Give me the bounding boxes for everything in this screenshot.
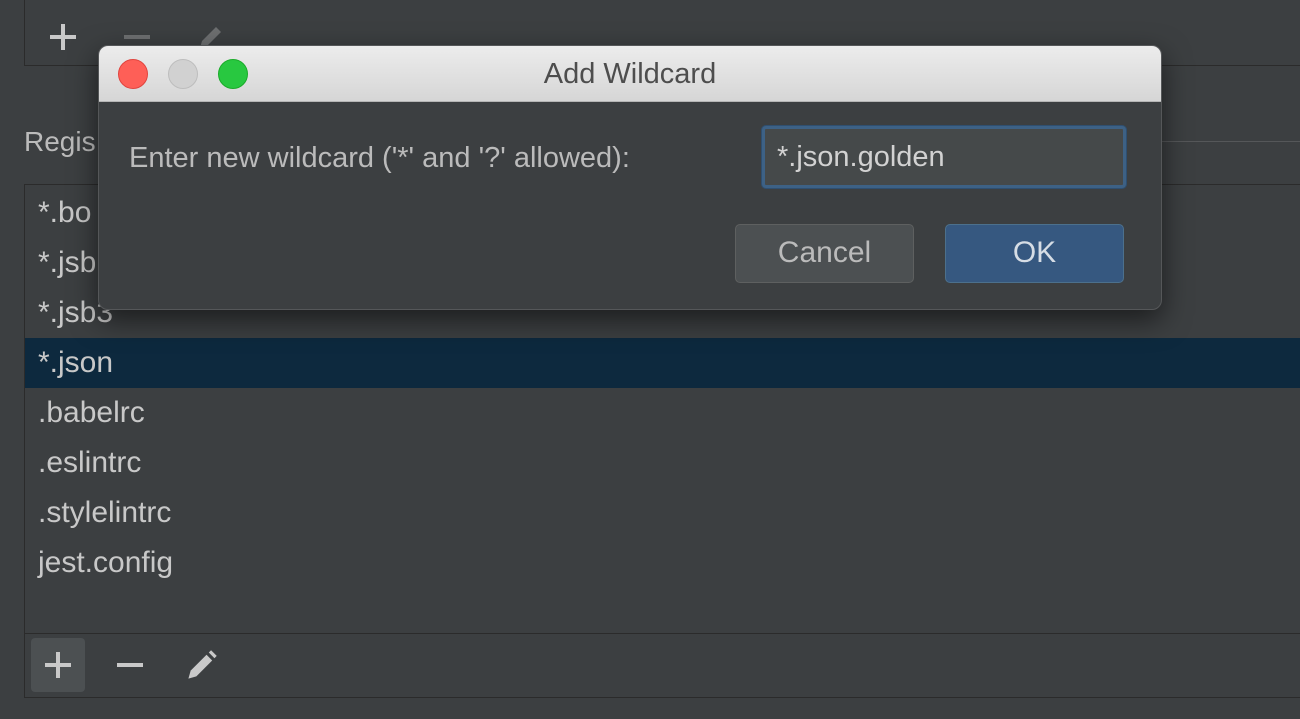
list-item[interactable]: .babelrc bbox=[25, 388, 1300, 438]
remove-wildcard-button[interactable] bbox=[103, 638, 157, 692]
cancel-button[interactable]: Cancel bbox=[735, 224, 914, 283]
dialog-title: Add Wildcard bbox=[543, 58, 717, 90]
dialog-titlebar[interactable]: Add Wildcard bbox=[99, 46, 1161, 102]
section-separator bbox=[1162, 141, 1300, 142]
list-footer-toolbar bbox=[25, 633, 1300, 697]
wildcard-input[interactable] bbox=[762, 126, 1126, 188]
add-wildcard-dialog: Add Wildcard Enter new wildcard ('*' and… bbox=[98, 45, 1162, 310]
list-item-selected[interactable]: *.json bbox=[25, 338, 1300, 388]
plus-icon bbox=[50, 24, 76, 50]
footer-toolbar bbox=[31, 638, 229, 692]
plus-icon bbox=[45, 652, 71, 678]
list-item[interactable]: .eslintrc bbox=[25, 438, 1300, 488]
registered-patterns-label: Regis bbox=[24, 126, 96, 157]
add-wildcard-button[interactable] bbox=[31, 638, 85, 692]
ok-button[interactable]: OK bbox=[945, 224, 1124, 283]
minus-icon bbox=[117, 663, 143, 667]
pencil-icon bbox=[188, 650, 217, 679]
list-item[interactable]: .stylelintrc bbox=[25, 488, 1300, 538]
add-button[interactable] bbox=[39, 13, 87, 61]
edit-wildcard-button[interactable] bbox=[175, 638, 229, 692]
list-item[interactable]: jest.config bbox=[25, 538, 1300, 588]
wildcard-prompt-label: Enter new wildcard ('*' and '?' allowed)… bbox=[129, 142, 630, 174]
